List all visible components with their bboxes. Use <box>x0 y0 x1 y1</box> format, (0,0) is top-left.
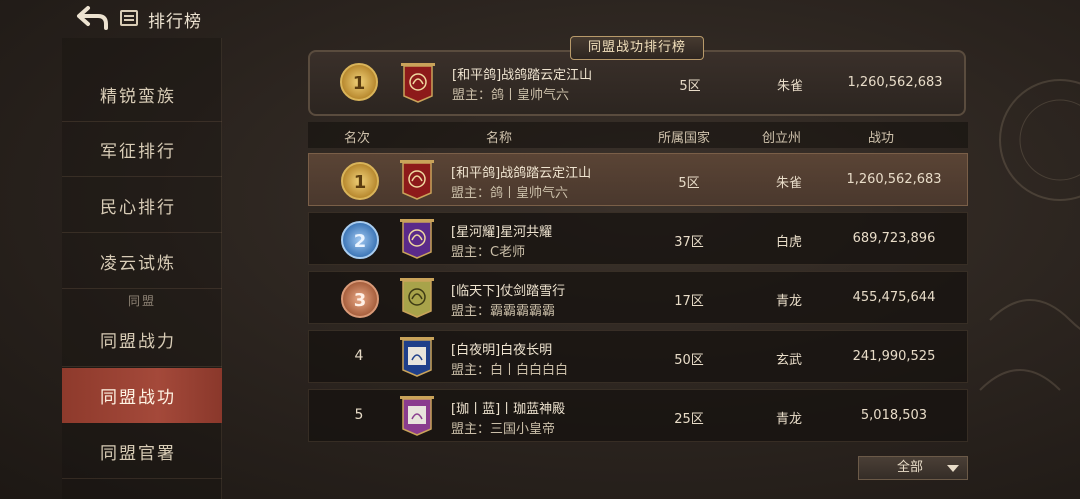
my-alliance-state: 朱雀 <box>776 79 803 94</box>
my-alliance-leader: 盟主：鸽丨皇帅气六 <box>452 88 570 103</box>
alliance-merit: 5,018,503 <box>860 408 928 423</box>
alliance-leader: 盟主：三国小皇帝 <box>451 422 556 437</box>
rank-number: 4 <box>354 348 364 364</box>
alliance-state: 青龙 <box>775 294 802 309</box>
sidebar-item-popularity-ranking[interactable]: 民心排行 <box>62 178 222 233</box>
column-state: 创立州 <box>762 131 802 146</box>
gold-medal-icon: 1 <box>341 162 379 200</box>
sidebar-item-alliance-office[interactable]: 同盟官署 <box>62 424 222 479</box>
back-arrow-icon[interactable] <box>76 4 110 32</box>
page-title: 排行榜 <box>148 12 202 32</box>
table-row[interactable]: 4 [白夜明]白夜长明 盟主：白丨白白白白 50区 玄武 241,990,525 <box>308 330 968 383</box>
table-row[interactable]: 3 [临天下]仗剑踏雪行 盟主：霸霸霸霸霸 17区 青龙 455,475,644 <box>308 271 968 324</box>
sidebar-item-label: 凌云试炼 <box>100 253 176 274</box>
table-row[interactable]: 1 [和平鸽]战鸽踏云定江山 盟主：鸽丨皇帅气六 5区 朱雀 1,260,562… <box>308 153 968 206</box>
sidebar-item-military-ranking[interactable]: 军征排行 <box>62 122 222 177</box>
alliance-state: 青龙 <box>775 412 802 427</box>
sidebar-item-label: 同盟战力 <box>100 331 176 352</box>
alliance-banner-icon <box>400 160 434 200</box>
table-header: 名次 名称 所属国家 创立州 战功 <box>308 122 968 148</box>
my-alliance-name: [和平鸽]战鸽踏云定江山 <box>452 68 593 83</box>
alliance-state: 白虎 <box>775 235 802 250</box>
alliance-zone: 25区 <box>674 412 704 427</box>
sidebar-item-label: 军征排行 <box>100 141 176 162</box>
alliance-zone: 37区 <box>674 235 704 250</box>
sidebar-item-alliance-power[interactable]: 同盟战力 <box>62 312 222 367</box>
alliance-leader: 盟主：霸霸霸霸霸 <box>451 304 556 319</box>
table-row[interactable]: 2 [星河耀]星河共耀 盟主：C老师 37区 白虎 689,723,896 <box>308 212 968 265</box>
sidebar-item-lingyun-trial[interactable]: 凌云试炼 <box>62 234 222 289</box>
list-icon <box>120 10 138 26</box>
leaderboard-title-tab: 同盟战功排行榜 <box>570 36 704 60</box>
alliance-name: [白夜明]白夜长明 <box>451 343 553 358</box>
bronze-medal-icon: 3 <box>341 280 379 318</box>
alliance-merit: 241,990,525 <box>852 349 936 364</box>
sidebar: 精锐蛮族 军征排行 民心排行 凌云试炼 同盟 同盟战力 同盟战功 同盟官署 <box>62 38 222 499</box>
alliance-leader: 盟主：白丨白白白白 <box>451 363 569 378</box>
table-row[interactable]: 5 [珈丨蓝]丨珈蓝神殿 盟主：三国小皇帝 25区 青龙 5,018,503 <box>308 389 968 442</box>
chevron-down-icon <box>947 465 959 472</box>
sidebar-item-elite-barbarian[interactable]: 精锐蛮族 <box>62 67 222 122</box>
column-name: 名称 <box>486 131 513 146</box>
filter-label: 全部 <box>897 460 924 475</box>
alliance-banner-icon <box>400 219 434 259</box>
alliance-name: [临天下]仗剑踏雪行 <box>451 284 566 299</box>
alliance-merit: 1,260,562,683 <box>846 172 942 187</box>
background-pattern <box>979 79 1080 391</box>
alliance-leader: 盟主：C老师 <box>451 245 526 260</box>
column-country: 所属国家 <box>658 131 711 146</box>
gold-medal-icon: 1 <box>340 63 378 101</box>
column-rank: 名次 <box>344 131 371 146</box>
alliance-zone: 50区 <box>674 353 704 368</box>
sidebar-item-alliance-merit[interactable]: 同盟战功 <box>62 368 222 423</box>
top-bar: 排行榜 <box>0 0 1080 38</box>
sidebar-item-label: 同盟战功 <box>100 388 176 408</box>
alliance-banner-icon <box>400 396 434 436</box>
sidebar-item-label: 精锐蛮族 <box>100 86 176 107</box>
silver-medal-icon: 2 <box>341 221 379 259</box>
alliance-leader: 盟主：鸽丨皇帅气六 <box>451 186 569 201</box>
sidebar-item-label: 民心排行 <box>100 197 176 218</box>
alliance-state: 朱雀 <box>775 176 802 191</box>
sidebar-item-label: 同盟官署 <box>100 443 176 464</box>
alliance-banner-icon <box>400 337 434 377</box>
sidebar-group-label: 同盟 <box>127 294 156 308</box>
column-merit: 战功 <box>868 131 895 146</box>
alliance-merit: 689,723,896 <box>852 231 936 246</box>
filter-dropdown[interactable]: 全部 <box>858 456 968 480</box>
alliance-merit: 455,475,644 <box>852 290 936 305</box>
alliance-banner-icon <box>400 278 434 318</box>
alliance-zone: 5区 <box>678 176 700 191</box>
alliance-zone: 17区 <box>674 294 704 309</box>
alliance-name: [星河耀]星河共耀 <box>451 225 553 240</box>
my-alliance-zone: 5区 <box>679 79 701 94</box>
alliance-banner-icon <box>401 63 435 103</box>
rank-number: 5 <box>354 407 364 423</box>
alliance-name: [珈丨蓝]丨珈蓝神殿 <box>451 402 566 417</box>
alliance-name: [和平鸽]战鸽踏云定江山 <box>451 166 592 181</box>
my-alliance-merit: 1,260,562,683 <box>847 75 943 90</box>
alliance-state: 玄武 <box>775 353 802 368</box>
